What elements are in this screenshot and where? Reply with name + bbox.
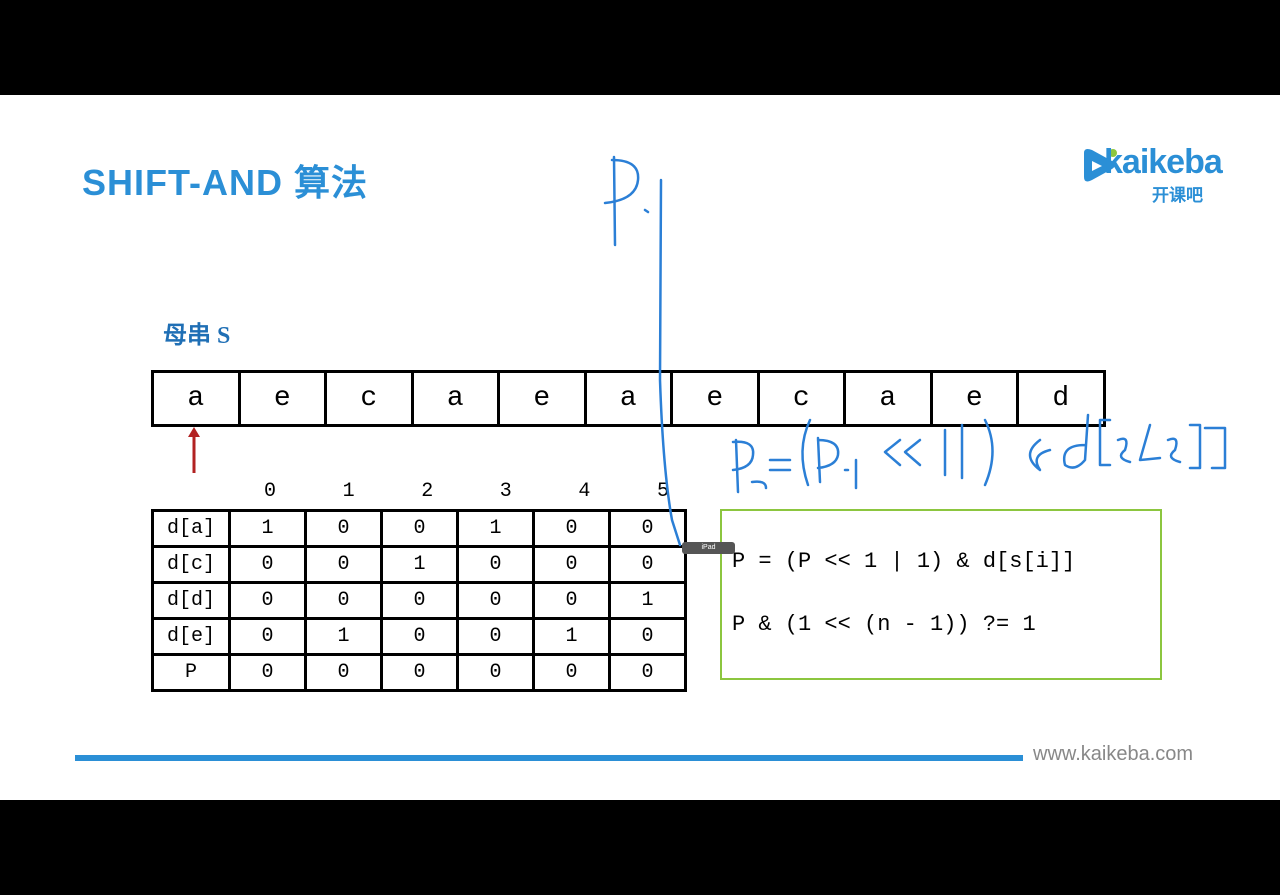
table-row: d[c] 0 0 1 0 0 0: [151, 545, 687, 584]
table-cell: 0: [532, 545, 611, 584]
table-cell: 0: [456, 617, 535, 656]
row-label: d[c]: [151, 545, 231, 584]
row-label: d[d]: [151, 581, 231, 620]
table-row: d[a] 1 0 0 1 0 0: [151, 509, 687, 548]
column-header: 3: [499, 480, 512, 503]
footer-url: www.kaikeba.com: [1033, 743, 1194, 765]
table-cell: 0: [228, 545, 307, 584]
mask-table: d[a] 1 0 0 1 0 0 d[c] 0 0 1 0 0 0 d[d] 0 0 0 0 0 1 d[e] 0 1 0 0 1 0…: [151, 509, 687, 692]
pointer-arrow-icon: [188, 427, 200, 473]
table-cell: 1: [532, 617, 611, 656]
table-cell: 0: [304, 545, 383, 584]
column-header: 2: [421, 480, 434, 503]
table-cell: 0: [304, 581, 383, 620]
string-cell: e: [241, 373, 327, 424]
table-cell: 0: [532, 581, 611, 620]
string-cell: c: [327, 373, 414, 424]
string-cell: a: [587, 373, 673, 424]
table-cell: 0: [304, 509, 383, 548]
table-row: d[e] 0 1 0 0 1 0: [151, 617, 687, 656]
table-cell: 1: [608, 581, 687, 620]
logo-wordmark: kaikeba: [1104, 143, 1223, 181]
table-cell: 0: [608, 653, 687, 692]
row-label: d[a]: [151, 509, 231, 548]
ipad-tag: iPad: [682, 542, 735, 554]
kaikeba-logo: kaikeba 开课吧: [1078, 143, 1228, 205]
slide: SHIFT-AND 算法 kaikeba 开课吧 母串 S aecaeaecae…: [0, 95, 1280, 800]
column-header: 5: [657, 480, 670, 503]
footer-divider: [75, 755, 1023, 761]
table-cell: 0: [380, 581, 459, 620]
table-cell: 0: [304, 653, 383, 692]
table-cell: 0: [456, 581, 535, 620]
formula-box: P = (P << 1 | 1) & d[s[i]] P & (1 << (n …: [720, 509, 1162, 680]
string-cell: a: [414, 373, 500, 424]
table-cell: 0: [456, 653, 535, 692]
string-cell: a: [846, 373, 933, 424]
string-cell: a: [154, 373, 241, 424]
mother-string-label: 母串 S: [163, 323, 231, 349]
table-cell: 0: [456, 545, 535, 584]
column-header: 4: [578, 480, 591, 503]
table-cell: 0: [608, 509, 687, 548]
column-header: 1: [342, 480, 355, 503]
formula-update: P = (P << 1 | 1) & d[s[i]]: [732, 549, 1076, 574]
logo-chinese: 开课吧: [1152, 186, 1203, 205]
table-cell: 0: [380, 653, 459, 692]
table-cell: 0: [380, 617, 459, 656]
row-label: P: [151, 653, 231, 692]
table-cell: 0: [380, 509, 459, 548]
table-cell: 0: [532, 653, 611, 692]
table-cell: 1: [228, 509, 307, 548]
column-header: 0: [264, 480, 277, 503]
row-label: d[e]: [151, 617, 231, 656]
string-cell: e: [673, 373, 760, 424]
table-cell: 0: [228, 653, 307, 692]
table-cell: 0: [532, 509, 611, 548]
mother-string-cells: aecaeaecaed: [151, 370, 1106, 427]
table-row: d[d] 0 0 0 0 0 1: [151, 581, 687, 620]
table-cell: 0: [228, 581, 307, 620]
string-cell: d: [1052, 383, 1070, 414]
string-cell: e: [500, 373, 587, 424]
table-cell: 0: [608, 617, 687, 656]
table-row: P000000: [151, 653, 687, 692]
table-cell: 1: [380, 545, 459, 584]
formula-check: P & (1 << (n - 1)) ?= 1: [732, 612, 1036, 637]
string-cell: e: [933, 373, 1019, 424]
table-cell: 0: [608, 545, 687, 584]
table-cell: 1: [456, 509, 535, 548]
table-cell: 1: [304, 617, 383, 656]
string-cell: c: [760, 373, 846, 424]
table-cell: 0: [228, 617, 307, 656]
slide-title: SHIFT-AND 算法: [82, 162, 368, 203]
